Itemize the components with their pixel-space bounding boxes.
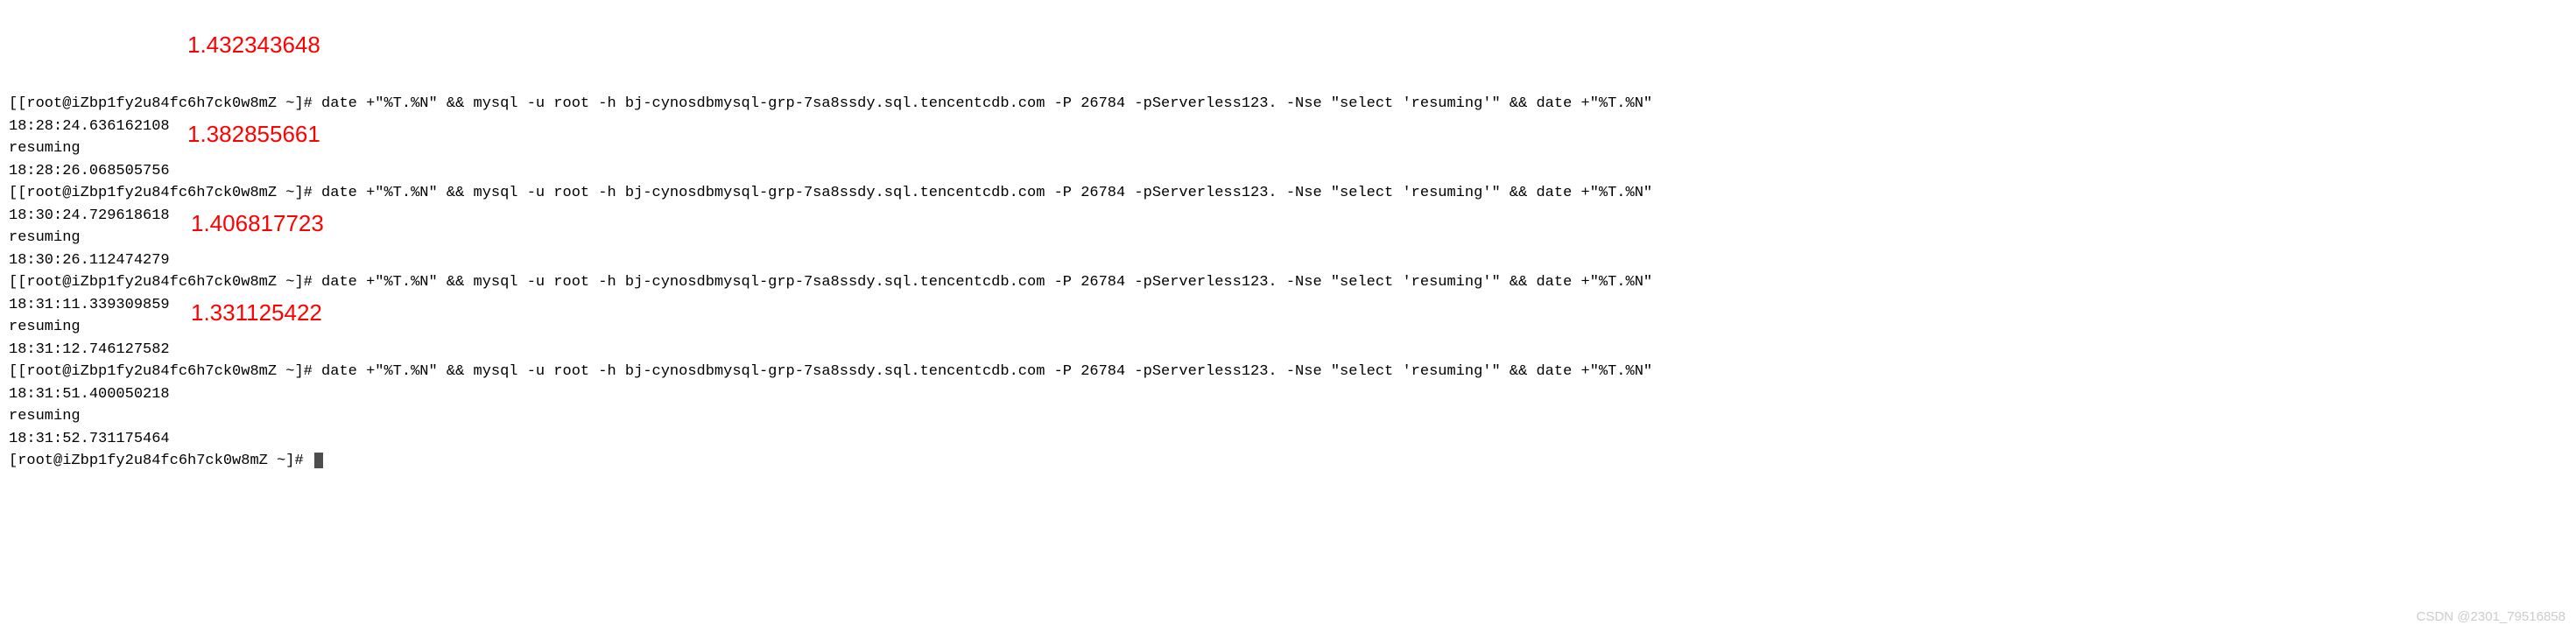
cursor-icon bbox=[314, 453, 323, 468]
timestamp-end: 18:31:52.731175464 bbox=[9, 428, 2567, 451]
elapsed-annotation: 1.432343648 bbox=[187, 28, 320, 62]
shell-command-line: [[root@iZbp1fy2u84fc6h7ck0w8mZ ~]# date … bbox=[9, 182, 2567, 205]
elapsed-annotation: 1.331125422 bbox=[191, 296, 322, 330]
timestamp-start: 18:31:11.339309859 bbox=[9, 294, 2567, 317]
query-result: resuming bbox=[9, 137, 2567, 160]
timestamp-end: 18:28:26.068505756 bbox=[9, 160, 2567, 183]
terminal-output: [[root@iZbp1fy2u84fc6h7ck0w8mZ ~]# date … bbox=[9, 93, 2567, 473]
shell-command-line: [[root@iZbp1fy2u84fc6h7ck0w8mZ ~]# date … bbox=[9, 93, 2567, 116]
timestamp-end: 18:31:12.746127582 bbox=[9, 339, 2567, 362]
shell-command-line: [[root@iZbp1fy2u84fc6h7ck0w8mZ ~]# date … bbox=[9, 361, 2567, 383]
watermark-text: CSDN @2301_79516858 bbox=[2417, 607, 2565, 628]
query-result: resuming bbox=[9, 405, 2567, 428]
elapsed-annotation: 1.382855661 bbox=[187, 117, 320, 151]
timestamp-start: 18:28:24.636162108 bbox=[9, 116, 2567, 138]
timestamp-end: 18:30:26.112474279 bbox=[9, 249, 2567, 272]
prompt-text: [root@iZbp1fy2u84fc6h7ck0w8mZ ~]# bbox=[9, 453, 313, 469]
timestamp-start: 18:31:51.400050218 bbox=[9, 383, 2567, 406]
elapsed-annotation: 1.406817723 bbox=[191, 207, 324, 241]
query-result: resuming bbox=[9, 316, 2567, 339]
timestamp-start: 18:30:24.729618618 bbox=[9, 205, 2567, 228]
query-result: resuming bbox=[9, 227, 2567, 249]
shell-prompt[interactable]: [root@iZbp1fy2u84fc6h7ck0w8mZ ~]# bbox=[9, 450, 2567, 473]
shell-command-line: [[root@iZbp1fy2u84fc6h7ck0w8mZ ~]# date … bbox=[9, 271, 2567, 294]
